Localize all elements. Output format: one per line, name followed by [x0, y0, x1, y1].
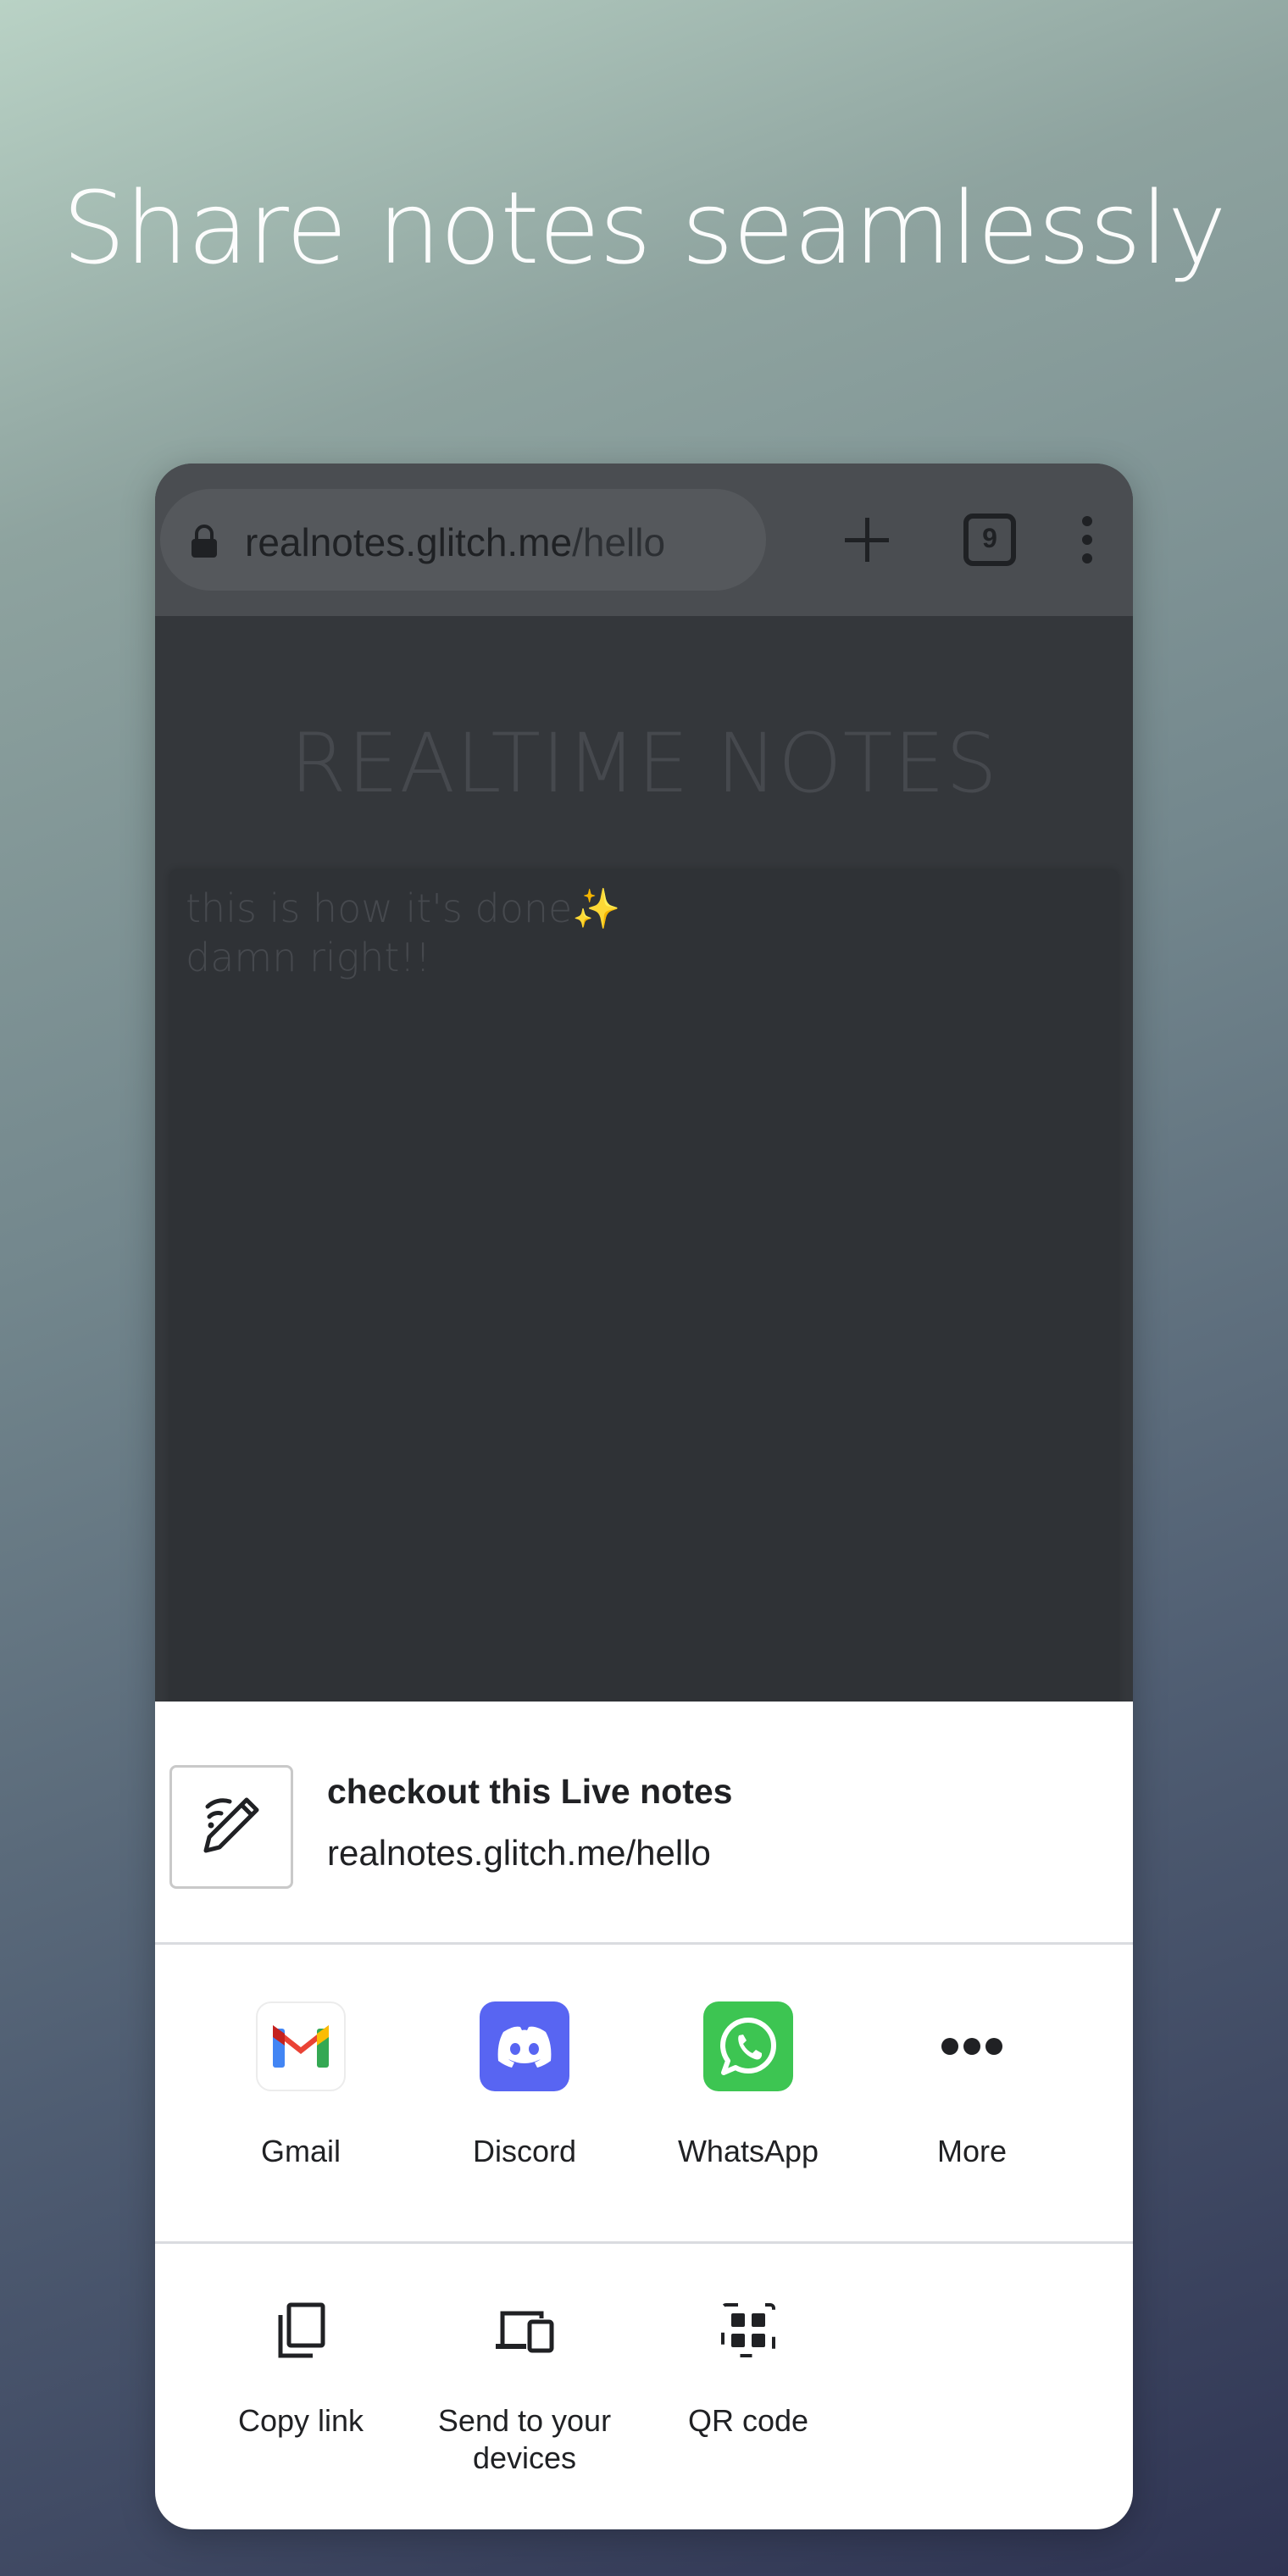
discord-icon [480, 2001, 569, 2091]
note-line: damn right!! [186, 935, 431, 980]
whatsapp-icon [703, 2001, 793, 2091]
divider [155, 2241, 1133, 2244]
browser-toolbar: realnotes.glitch.me/hello 9 [155, 464, 1133, 616]
site-title: REALTIME NOTES [290, 716, 998, 811]
share-preview-url: realnotes.glitch.me/hello [327, 1833, 711, 1873]
share-target-more[interactable]: More [860, 2001, 1084, 2169]
app-label: Discord [472, 2134, 577, 2168]
divider [155, 1942, 1133, 1945]
preview-thumbnail [169, 1765, 293, 1889]
action-label: Send to your devices [437, 2403, 612, 2475]
note-line: this is how it's done✨ [186, 886, 621, 931]
copy-link-button[interactable]: Copy link [189, 2300, 413, 2440]
share-preview-title: checkout this Live notes [327, 1772, 733, 1811]
send-to-devices-button[interactable]: Send to your devices [413, 2300, 636, 2477]
copy-icon [278, 2302, 325, 2358]
share-target-whatsapp[interactable]: WhatsApp [636, 2001, 860, 2169]
action-label: QR code [687, 2403, 809, 2438]
new-tab-icon[interactable] [833, 506, 901, 574]
lock-icon [192, 525, 217, 558]
app-label: Gmail [260, 2134, 341, 2168]
devices-icon [496, 2311, 554, 2353]
action-label: Copy link [237, 2403, 364, 2438]
headline: Share notes seamlessly [62, 169, 1226, 286]
app-label: More [936, 2134, 1008, 2168]
share-target-discord[interactable]: Discord [413, 2001, 636, 2169]
more-icon [927, 2001, 1017, 2091]
phone-screenshot: realnotes.glitch.me/hello 9 REALTIME NOT… [155, 464, 1133, 2529]
overflow-menu-icon[interactable] [1053, 506, 1121, 574]
tab-count: 9 [982, 523, 997, 553]
share-target-gmail[interactable]: Gmail [189, 2001, 413, 2169]
url-domain: realnotes.glitch.me [245, 520, 573, 564]
qr-code-icon [721, 2303, 775, 2357]
app-label: WhatsApp [677, 2134, 819, 2168]
tab-switcher-button[interactable]: 9 [956, 506, 1024, 574]
qr-code-button[interactable]: QR code [636, 2300, 860, 2440]
share-sheet: checkout this Live notes realnotes.glitc… [155, 1702, 1133, 2529]
url-bar[interactable]: realnotes.glitch.me/hello [160, 489, 766, 591]
url-path: /hello [572, 520, 666, 564]
live-pencil-icon [203, 1797, 259, 1853]
url-text: realnotes.glitch.me/hello [245, 519, 665, 565]
gmail-icon [256, 2001, 346, 2091]
